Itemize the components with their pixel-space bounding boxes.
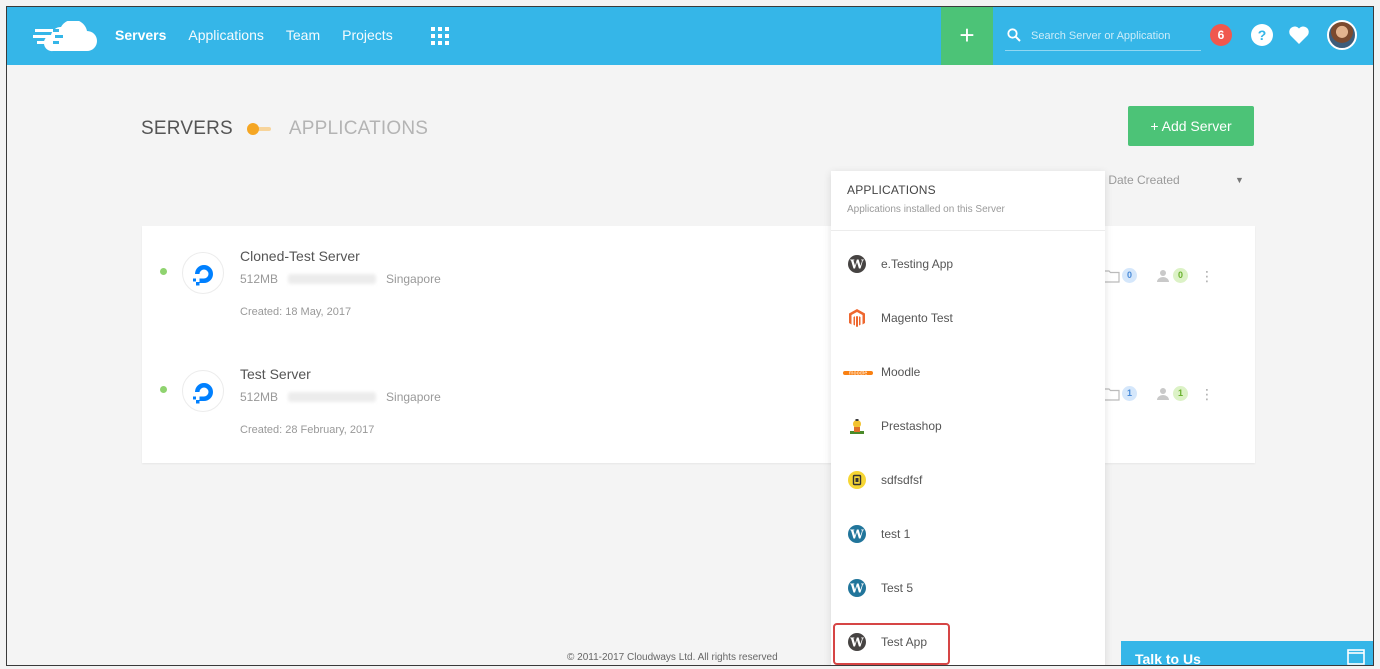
help-button[interactable]: ?	[1251, 24, 1273, 46]
chevron-down-icon[interactable]: ▼	[1235, 175, 1244, 185]
search-icon	[1007, 28, 1021, 42]
quick-add-button[interactable]: +	[941, 7, 993, 65]
moodle-icon: moodle	[843, 371, 873, 377]
dropdown-title: APPLICATIONS	[847, 183, 936, 197]
prestashop-icon	[850, 419, 864, 434]
search-input[interactable]	[1031, 26, 1199, 46]
server-name[interactable]: Test Server	[240, 366, 311, 382]
talk-to-us-button[interactable]: Talk to Us	[1121, 641, 1373, 666]
php-icon	[848, 471, 866, 489]
nav-applications[interactable]: Applications	[188, 27, 264, 43]
svg-text:moodle: moodle	[849, 371, 868, 377]
digitalocean-icon	[182, 252, 224, 294]
server-meta: 512MB Singapore	[240, 390, 441, 404]
app-item[interactable]: Magento Test	[831, 295, 1105, 341]
app-item-selected[interactable]: W Test App	[831, 619, 1105, 665]
more-options-icon[interactable]: ⋮	[1200, 269, 1214, 283]
apps-grid-icon[interactable]	[431, 27, 449, 45]
app-item[interactable]: W Test 5	[831, 565, 1105, 611]
talk-to-us-label: Talk to Us	[1135, 651, 1201, 666]
digitalocean-icon	[182, 370, 224, 412]
nav-projects[interactable]: Projects	[342, 27, 393, 43]
tab-applications[interactable]: APPLICATIONS	[289, 118, 428, 140]
app-item-label: test 1	[881, 527, 911, 541]
cloudways-logo-icon[interactable]	[33, 21, 97, 53]
app-item[interactable]: moodle Moodle	[831, 349, 1105, 395]
apps-count-badge[interactable]: 0	[1122, 268, 1137, 283]
app-item-label: Moodle	[881, 365, 921, 379]
nav-team[interactable]: Team	[286, 27, 320, 43]
sort-select[interactable]: y Date Created	[1099, 173, 1180, 187]
app-window: Servers Applications Team Projects + 6 ?…	[6, 6, 1374, 666]
app-item-label: Magento Test	[881, 311, 953, 325]
server-location: Singapore	[386, 390, 441, 404]
app-item[interactable]: W e.Testing App	[831, 241, 1105, 287]
main-nav: Servers Applications Team Projects	[115, 27, 393, 43]
view-toggle-switch[interactable]	[246, 122, 273, 136]
server-counts: 1 1 ⋮	[1102, 386, 1214, 401]
app-item[interactable]: W test 1	[831, 511, 1105, 557]
wordpress-icon: W	[848, 525, 866, 543]
heart-icon[interactable]	[1288, 25, 1310, 45]
status-online-dot	[160, 268, 167, 275]
server-location: Singapore	[386, 272, 441, 286]
chat-window-icon	[1347, 649, 1365, 665]
svg-text:W: W	[849, 258, 864, 272]
wordpress-icon: W	[848, 579, 866, 597]
team-icon	[1157, 269, 1169, 282]
apps-count-badge[interactable]: 1	[1122, 386, 1137, 401]
svg-text:W: W	[849, 582, 864, 596]
app-item-label: Prestashop	[881, 419, 942, 433]
server-meta: 512MB Singapore	[240, 272, 441, 286]
app-item-label: sdfsdfsf	[881, 473, 923, 487]
add-server-button[interactable]: + Add Server	[1128, 106, 1254, 146]
server-ip-redacted	[288, 392, 377, 402]
wordpress-icon: W	[848, 255, 866, 273]
app-item[interactable]: Prestashop	[831, 403, 1105, 449]
user-avatar[interactable]	[1327, 20, 1357, 50]
notifications-badge[interactable]: 6	[1210, 24, 1232, 46]
more-options-icon[interactable]: ⋮	[1200, 387, 1214, 401]
svg-text:W: W	[849, 636, 864, 650]
team-count-badge[interactable]: 1	[1173, 386, 1188, 401]
server-counts: 0 0 ⋮	[1102, 268, 1214, 283]
server-created-date: Created: 28 February, 2017	[240, 424, 375, 436]
svg-text:W: W	[849, 528, 864, 542]
dropdown-subtitle: Applications installed on this Server	[847, 204, 1005, 215]
app-item-label: Test 5	[881, 581, 914, 595]
server-created-date: Created: 18 May, 2017	[240, 306, 352, 318]
footer-copyright: © 2011-2017 Cloudways Ltd. All rights re…	[567, 652, 778, 663]
nav-servers[interactable]: Servers	[115, 27, 166, 43]
search-box	[1005, 23, 1201, 51]
server-size: 512MB	[240, 390, 279, 404]
top-navigation-bar: Servers Applications Team Projects + 6 ?	[7, 7, 1373, 65]
app-item[interactable]: sdfsdfsf	[831, 457, 1105, 503]
app-item-label: e.Testing App	[881, 257, 954, 271]
view-toggle: SERVERS APPLICATIONS	[141, 118, 428, 140]
magento-icon	[849, 309, 865, 327]
wordpress-icon: W	[848, 633, 866, 651]
applications-dropdown: APPLICATIONS Applications installed on t…	[831, 171, 1105, 665]
server-ip-redacted	[288, 274, 377, 284]
app-item-label: Test App	[881, 635, 928, 649]
server-size: 512MB	[240, 272, 279, 286]
team-icon	[1157, 387, 1169, 400]
status-online-dot	[160, 386, 167, 393]
dropdown-header: APPLICATIONS Applications installed on t…	[831, 171, 1105, 231]
team-count-badge[interactable]: 0	[1173, 268, 1188, 283]
tab-servers[interactable]: SERVERS	[141, 118, 233, 140]
server-name[interactable]: Cloned-Test Server	[240, 248, 360, 264]
